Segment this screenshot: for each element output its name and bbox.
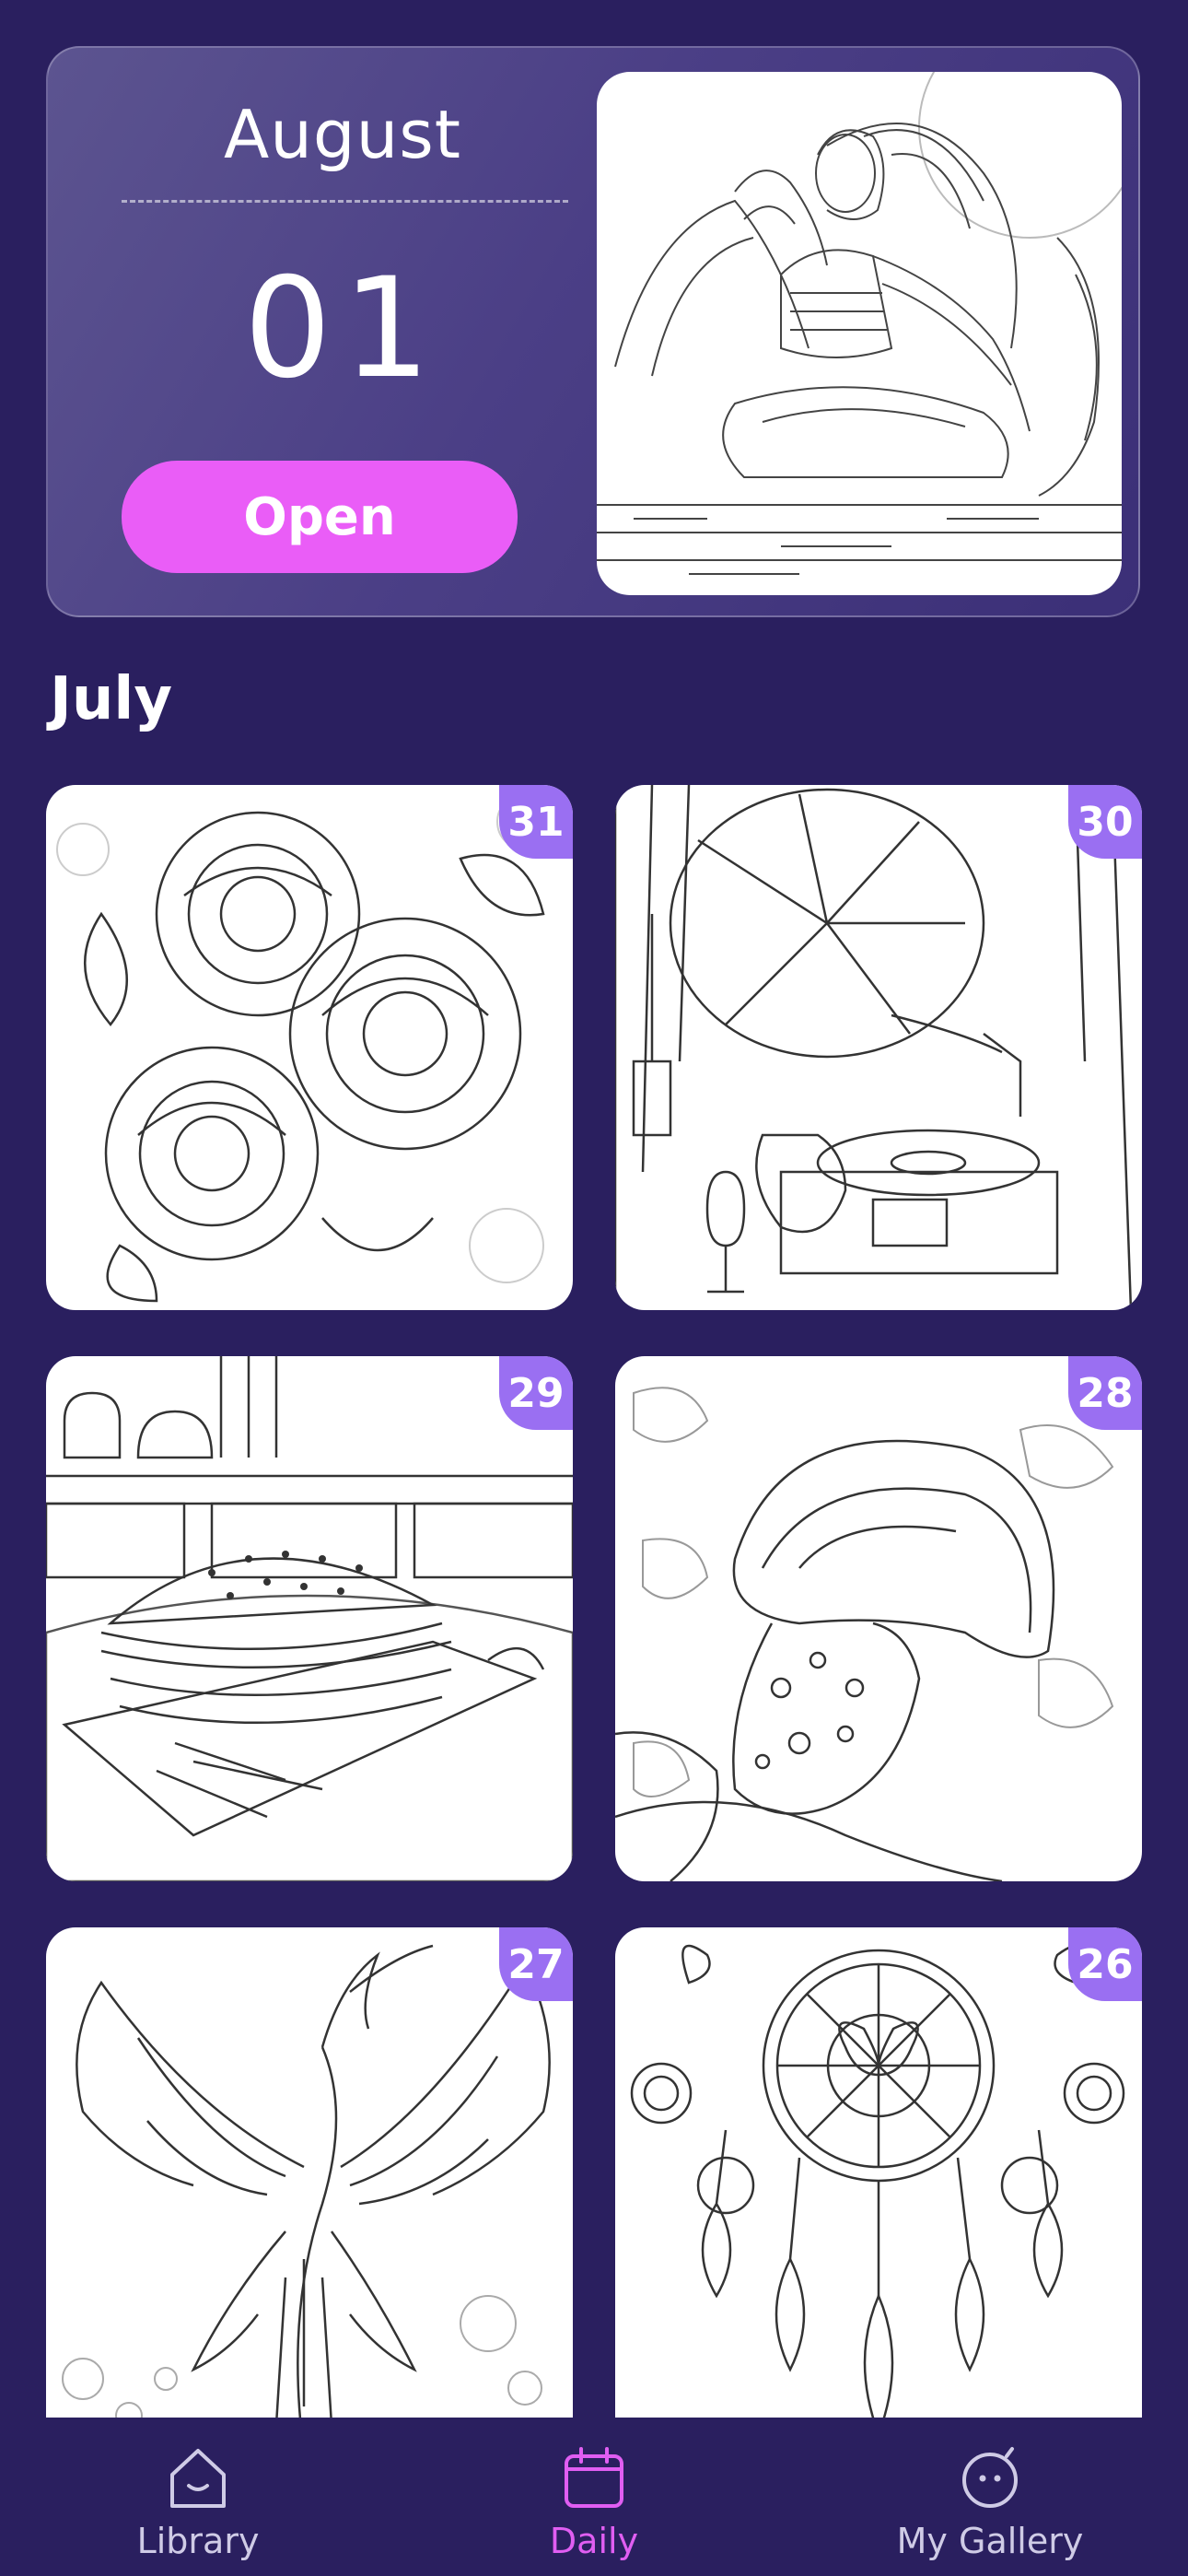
section-title: July xyxy=(50,665,173,733)
day-badge: 31 xyxy=(499,785,573,859)
day-badge: 30 xyxy=(1068,785,1142,859)
phoenix-icon xyxy=(62,1944,551,2453)
daily-card[interactable]: 29 xyxy=(46,1356,573,1881)
nav-item-library[interactable]: Library xyxy=(60,2418,336,2561)
day-badge: 29 xyxy=(499,1356,573,1430)
nav-item-my-gallery[interactable]: My Gallery xyxy=(852,2418,1128,2561)
calendar-icon xyxy=(565,2447,623,2508)
nav-label-daily: Daily xyxy=(549,2521,639,2561)
daily-card[interactable]: 30 xyxy=(615,785,1142,1310)
hero-day: 01 xyxy=(243,249,442,409)
day-badge: 28 xyxy=(1068,1356,1142,1430)
home-icon xyxy=(170,2449,226,2508)
day-badge: 26 xyxy=(1068,1927,1142,2001)
mushroom-icon xyxy=(615,1387,1114,1881)
hero-divider xyxy=(122,200,568,203)
smiley-icon xyxy=(962,2447,1018,2508)
nav-label-my-gallery: My Gallery xyxy=(896,2521,1084,2561)
daily-hero-card: August 01 Open xyxy=(46,46,1140,617)
daily-card[interactable]: 26 xyxy=(615,1927,1142,2453)
burger-icon xyxy=(46,1356,573,1881)
nav-item-daily[interactable]: Daily xyxy=(456,2418,732,2561)
hero-artwork[interactable] xyxy=(597,72,1122,595)
hero-month: August xyxy=(224,96,461,173)
nav-label-library: Library xyxy=(136,2521,260,2561)
bottom-nav: Library Daily My Gallery xyxy=(0,2418,1188,2576)
daily-card[interactable]: 31 xyxy=(46,785,573,1310)
daily-card[interactable]: 28 xyxy=(615,1356,1142,1881)
open-button[interactable]: Open xyxy=(122,461,518,573)
daily-card[interactable]: 27 xyxy=(46,1927,573,2453)
woman-in-shell-icon xyxy=(597,72,1122,575)
day-badge: 27 xyxy=(499,1927,573,2001)
gramophone-icon xyxy=(615,785,1133,1310)
dreamcatcher-icon xyxy=(630,1944,1125,2438)
roses-icon xyxy=(56,793,553,1303)
